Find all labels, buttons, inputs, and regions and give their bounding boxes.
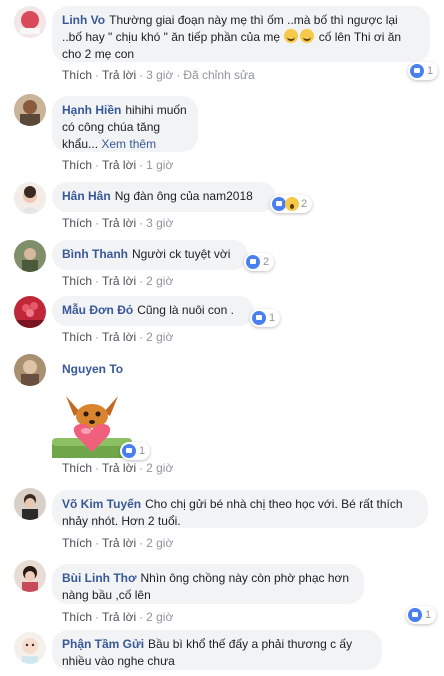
like-link[interactable]: Thích — [62, 68, 92, 82]
comment-bubble: Hân Hân Ng đàn ông của nam2018 — [52, 182, 276, 212]
reply-link[interactable]: Trả lời — [102, 536, 136, 550]
comment-text: Người ck tuyệt vời — [132, 247, 231, 261]
comment-actions: Thích · Trả lời · 2 giờ — [62, 461, 174, 475]
comment-actions: Thích · Trả lời · 1 giờ — [62, 158, 174, 172]
comment-bubble: Linh Vo Thường giai đoạn này mẹ thì ốm ..… — [52, 6, 430, 62]
timestamp[interactable]: 1 giờ — [146, 158, 173, 172]
comment-actions: Thích · Trả lời · 3 giờ · Đã chỉnh sửa — [62, 68, 255, 82]
like-icon — [122, 444, 136, 458]
like-link[interactable]: Thích — [62, 158, 92, 172]
wow-icon — [285, 197, 299, 211]
commenter-name[interactable]: Bùi Linh Thơ — [62, 571, 137, 585]
reaction-count[interactable]: 2 — [270, 195, 313, 213]
reaction-count[interactable]: 1 — [408, 62, 439, 80]
comment-actions: Thích · Trả lời · 2 giờ — [62, 274, 174, 288]
like-link[interactable]: Thích — [62, 610, 92, 624]
avatar[interactable] — [14, 488, 46, 520]
comment-bubble: Bùi Linh Thơ Nhìn ông chồng này còn phờ p… — [52, 564, 364, 604]
commenter-name[interactable]: Võ Kim Tuyến — [62, 497, 141, 511]
timestamp[interactable]: 2 giờ — [146, 274, 173, 288]
reply-link[interactable]: Trả lời — [102, 461, 136, 475]
reply-link[interactable]: Trả lời — [102, 68, 136, 82]
comment-bubble: Bình Thanh Người ck tuyệt vời — [52, 240, 248, 270]
timestamp[interactable]: 2 giờ — [146, 610, 173, 624]
avatar[interactable] — [14, 632, 46, 664]
timestamp[interactable]: 2 giờ — [146, 461, 173, 475]
commenter-name[interactable]: Bình Thanh — [62, 247, 128, 261]
like-link[interactable]: Thích — [62, 330, 92, 344]
avatar[interactable] — [14, 560, 46, 592]
avatar[interactable] — [14, 354, 46, 386]
reaction-number: 2 — [263, 256, 270, 268]
commenter-name[interactable]: Hạnh Hiền — [62, 103, 121, 117]
avatar[interactable] — [14, 240, 46, 272]
laughing-emoji-icon — [300, 29, 315, 43]
reaction-count[interactable]: 1 — [406, 606, 437, 624]
timestamp[interactable]: 2 giờ — [146, 330, 173, 344]
reply-link[interactable]: Trả lời — [102, 216, 136, 230]
avatar[interactable] — [14, 6, 46, 38]
comment-bubble: Phận Tầm Gửi Bầu bì khổ thế đấy a phải th… — [52, 630, 382, 670]
like-link[interactable]: Thích — [62, 536, 92, 550]
like-link[interactable]: Thích — [62, 461, 92, 475]
reply-link[interactable]: Trả lời — [102, 274, 136, 288]
comment-actions: Thích · Trả lời · 2 giờ — [62, 536, 174, 550]
reaction-count[interactable]: 1 — [250, 309, 281, 327]
commenter-name[interactable]: Mẫu Đơn Đỏ — [62, 303, 133, 317]
like-link[interactable]: Thích — [62, 216, 92, 230]
reaction-number: 1 — [139, 445, 146, 457]
commenter-name-row: Nguyen To — [62, 362, 127, 376]
commenter-name[interactable]: Phận Tầm Gửi — [62, 637, 144, 651]
reaction-number: 1 — [427, 65, 434, 77]
comment-text: Ng đàn ông của nam2018 — [114, 189, 253, 203]
commenter-name[interactable]: Nguyen To — [62, 362, 123, 376]
reaction-number: 1 — [269, 312, 276, 324]
see-more-link[interactable]: Xem thêm — [101, 137, 156, 151]
comment-bubble: Mẫu Đơn Đỏ Cũng là nuôi con . — [52, 296, 254, 326]
comment-text: Cũng là nuôi con . — [137, 303, 234, 317]
comment-actions: Thích · Trả lời · 3 giờ — [62, 216, 174, 230]
reaction-count[interactable]: 1 — [120, 442, 151, 460]
like-icon — [246, 255, 260, 269]
timestamp[interactable]: 3 giờ — [146, 216, 173, 230]
like-icon — [410, 64, 424, 78]
reaction-number: 2 — [301, 198, 308, 210]
comment-bubble: Hạnh Hiền hihihi muốn có công chúa tăng k… — [52, 96, 198, 152]
reply-link[interactable]: Trả lời — [102, 158, 136, 172]
avatar[interactable] — [14, 182, 46, 214]
reply-link[interactable]: Trả lời — [102, 610, 136, 624]
avatar[interactable] — [14, 94, 46, 126]
reaction-number: 1 — [425, 609, 432, 621]
commenter-name[interactable]: Hân Hân — [62, 189, 111, 203]
reply-link[interactable]: Trả lời — [102, 330, 136, 344]
reaction-count[interactable]: 2 — [244, 253, 275, 271]
like-icon — [252, 311, 266, 325]
edited-label[interactable]: Đã chỉnh sửa — [183, 68, 254, 82]
comment-actions: Thích · Trả lời · 2 giờ — [62, 330, 174, 344]
timestamp[interactable]: 2 giờ — [146, 536, 173, 550]
avatar[interactable] — [14, 296, 46, 328]
like-icon — [272, 197, 286, 211]
like-link[interactable]: Thích — [62, 274, 92, 288]
timestamp[interactable]: 3 giờ — [146, 68, 173, 82]
comment-actions: Thích · Trả lời · 2 giờ — [62, 610, 174, 624]
like-icon — [408, 608, 422, 622]
laughing-emoji-icon — [284, 29, 299, 43]
commenter-name[interactable]: Linh Vo — [62, 13, 105, 27]
comment-bubble: Võ Kim Tuyến Cho chị gửi bé nhà chị theo … — [52, 490, 428, 528]
